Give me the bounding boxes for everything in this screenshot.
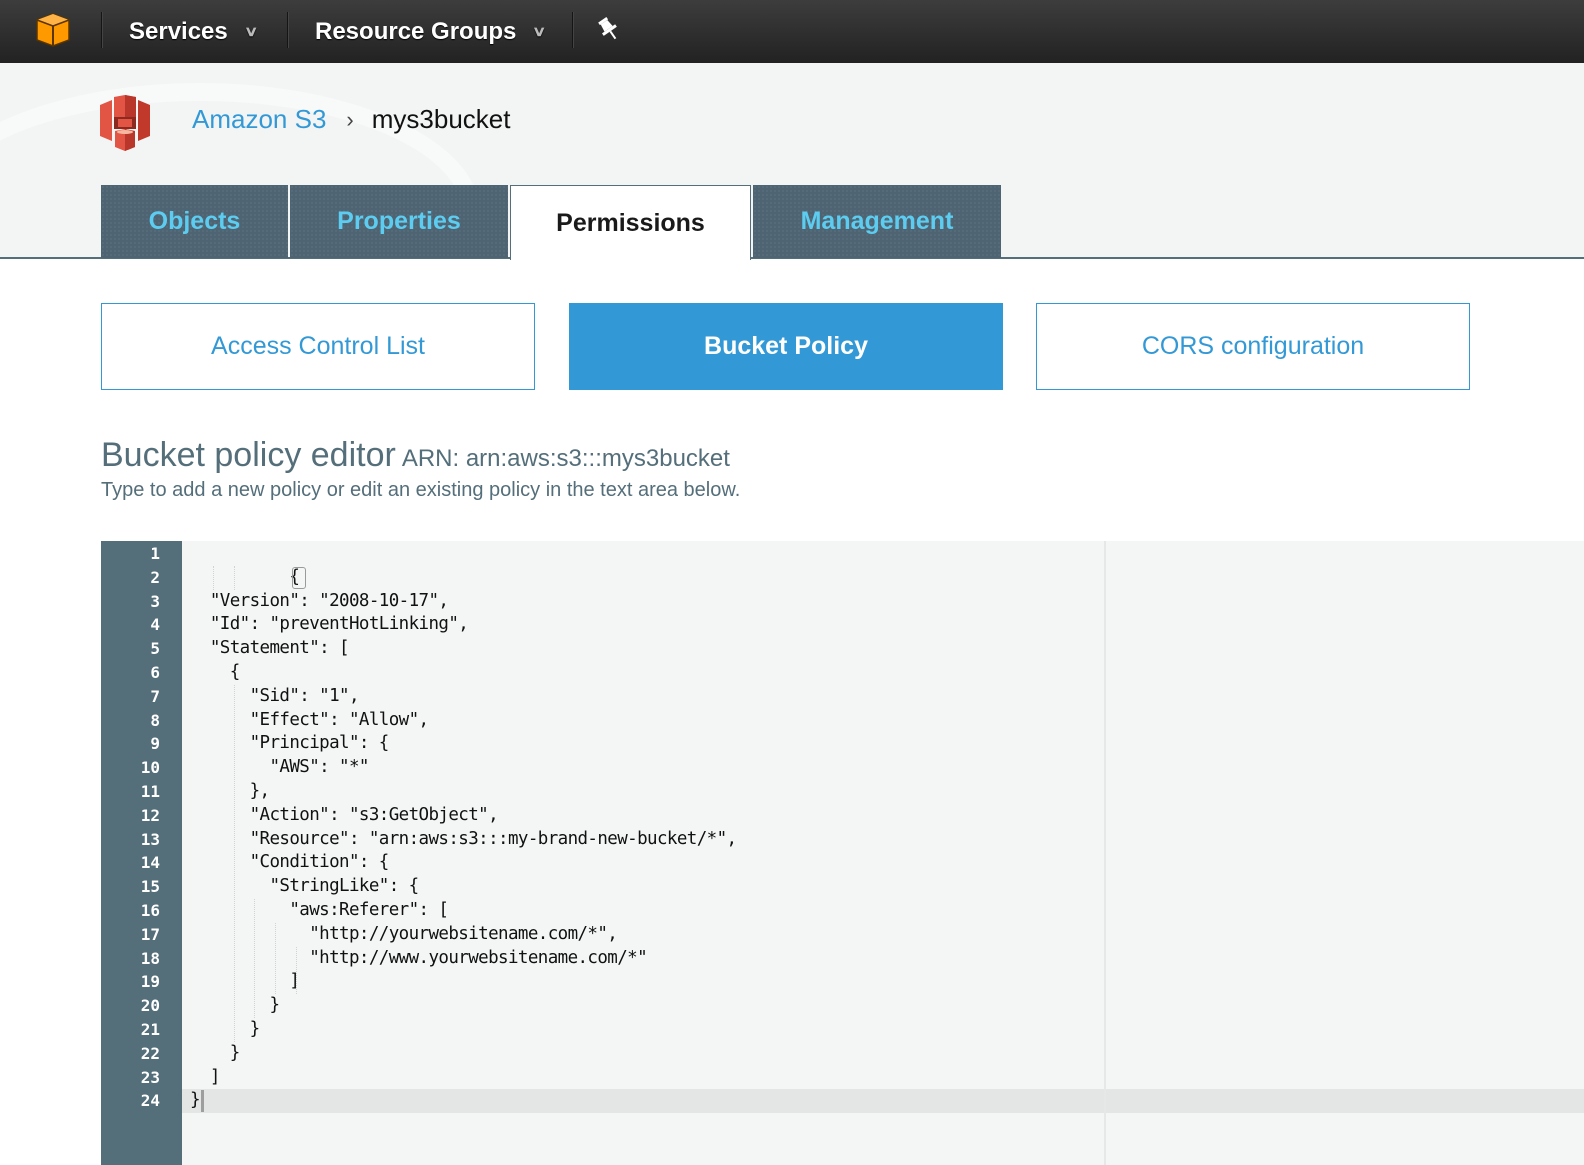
code-line: "Statement": [ bbox=[190, 638, 350, 659]
nav-divider bbox=[287, 12, 289, 48]
line-number: 1 bbox=[150, 544, 160, 563]
tab-objects-label: Objects bbox=[148, 207, 241, 235]
line-number: 2 bbox=[150, 567, 160, 587]
line-number: 3 bbox=[150, 591, 160, 611]
code-line: } bbox=[190, 1019, 261, 1039]
editor-description: Type to add a new policy or edit an exis… bbox=[101, 479, 741, 501]
line-number: 15 bbox=[140, 877, 160, 897]
line-number: 5 bbox=[150, 639, 160, 659]
code-line: "aws:Referer": [ bbox=[190, 900, 449, 920]
tab-objects[interactable]: Objects bbox=[101, 185, 288, 258]
top-nav-bar: Services ∨ Resource Groups ∨ bbox=[0, 0, 1584, 63]
line-number: 13 bbox=[140, 829, 160, 849]
line-number: 19 bbox=[140, 972, 160, 992]
indent-guide bbox=[212, 565, 214, 590]
code-line: "Resource": "arn:aws:s3:::my-brand-new-b… bbox=[190, 828, 737, 849]
services-menu[interactable]: Services ∨ bbox=[129, 0, 259, 63]
line-number: 18 bbox=[140, 948, 160, 968]
line-number: 12 bbox=[140, 805, 160, 825]
breadcrumb: Amazon S3 › mys3bucket bbox=[192, 104, 510, 135]
nav-divider bbox=[572, 12, 574, 48]
access-control-list-label: Access Control List bbox=[211, 332, 425, 360]
policy-code-editor[interactable]: 1 2 3 4 5 6 7 8 9 10 11 12 13 14 15 16 17 18 19 20 21 22 23 24 … bbox=[101, 541, 1584, 1165]
amazon-s3-icon bbox=[100, 95, 150, 151]
services-label: Services bbox=[129, 17, 228, 45]
code-line: ] bbox=[190, 1066, 221, 1087]
line-number: 14 bbox=[140, 853, 160, 873]
code-line: { bbox=[190, 662, 241, 682]
active-line-highlight bbox=[182, 1089, 1584, 1114]
tab-management[interactable]: Management bbox=[753, 185, 1001, 258]
line-number: 20 bbox=[140, 996, 160, 1016]
code-line: "Effect": "Allow", bbox=[190, 709, 429, 730]
editor-title: Bucket policy editor bbox=[101, 436, 396, 474]
bucket-policy-button[interactable]: Bucket Policy bbox=[569, 303, 1003, 390]
code-line: "Version": "2008-10-17", bbox=[190, 590, 449, 611]
code-line: } bbox=[190, 1042, 241, 1063]
breadcrumb-separator-icon: › bbox=[346, 106, 354, 132]
code-line: "Sid": "1", bbox=[190, 685, 360, 706]
text-cursor bbox=[201, 1090, 205, 1113]
indent-guide bbox=[275, 922, 277, 995]
cors-configuration-button[interactable]: CORS configuration bbox=[1036, 303, 1470, 390]
breadcrumb-bucket-name: mys3bucket bbox=[371, 104, 511, 134]
chevron-down-icon: ∨ bbox=[243, 23, 259, 39]
policy-text-area[interactable]: { "Version": "2008-10-17", "Id": "preven… bbox=[182, 541, 1584, 1165]
line-number: 11 bbox=[140, 782, 160, 801]
bucket-policy-label: Bucket Policy bbox=[704, 332, 868, 360]
line-number: 9 bbox=[150, 734, 160, 754]
code-line: "Action": "s3:GetObject", bbox=[190, 804, 499, 825]
tab-properties-label: Properties bbox=[337, 207, 461, 235]
access-control-list-button[interactable]: Access Control List bbox=[101, 303, 535, 390]
resource-groups-label: Resource Groups bbox=[315, 17, 517, 45]
tab-management-label: Management bbox=[800, 207, 954, 235]
breadcrumb-amazon-s3[interactable]: Amazon S3 bbox=[192, 104, 326, 135]
editor-heading: Bucket policy editor ARN: arn:aws:s3:::my… bbox=[101, 436, 730, 475]
pushpin-icon[interactable] bbox=[596, 16, 620, 42]
line-number: 6 bbox=[150, 663, 160, 682]
indent-guide bbox=[233, 565, 235, 590]
line-number: 17 bbox=[140, 924, 160, 944]
code-line: "Principal": { bbox=[190, 733, 390, 754]
code-line: "AWS": "*" bbox=[190, 757, 369, 778]
code-line: { bbox=[190, 566, 300, 587]
matching-bracket-highlight bbox=[292, 566, 306, 589]
line-number-gutter: 1 2 3 4 5 6 7 8 9 10 11 12 13 14 15 16 17 18 19 20 21 22 23 24 bbox=[101, 541, 182, 1165]
cors-configuration-label: CORS configuration bbox=[1141, 332, 1365, 360]
code-line: }, bbox=[190, 781, 270, 801]
chevron-down-icon: ∨ bbox=[532, 23, 547, 39]
line-number: 4 bbox=[150, 615, 160, 635]
line-number: 24 bbox=[140, 1091, 160, 1111]
line-number: 10 bbox=[140, 758, 160, 778]
line-number: 16 bbox=[140, 901, 160, 920]
print-margin bbox=[1104, 541, 1106, 1165]
aws-cube-icon[interactable] bbox=[34, 12, 72, 48]
code-line: "StringLike": { bbox=[190, 876, 419, 897]
line-number: 21 bbox=[140, 1020, 160, 1039]
code-line: ] bbox=[190, 971, 300, 992]
indent-guide bbox=[233, 684, 235, 1042]
line-number: 22 bbox=[140, 1043, 160, 1063]
code-line: "http://www.yourwebsitename.com/*" bbox=[190, 947, 648, 968]
tab-permissions-label: Permissions bbox=[556, 208, 705, 237]
indent-guide bbox=[296, 946, 297, 995]
bucket-arn: ARN: arn:aws:s3:::mys3bucket bbox=[401, 445, 730, 472]
code-line: "Condition": { bbox=[190, 852, 390, 873]
resource-groups-menu[interactable]: Resource Groups ∨ bbox=[315, 0, 547, 63]
line-number: 23 bbox=[140, 1067, 160, 1087]
code-line: } bbox=[190, 1090, 201, 1111]
tab-properties[interactable]: Properties bbox=[290, 185, 508, 258]
tab-permissions[interactable]: Permissions bbox=[510, 185, 751, 260]
code-line: "Id": "preventHotLinking", bbox=[190, 614, 469, 635]
nav-divider bbox=[101, 12, 103, 48]
code-line: } bbox=[190, 995, 280, 1016]
line-number: 8 bbox=[150, 710, 160, 730]
indent-guide bbox=[254, 899, 256, 1018]
line-number: 7 bbox=[150, 686, 160, 706]
